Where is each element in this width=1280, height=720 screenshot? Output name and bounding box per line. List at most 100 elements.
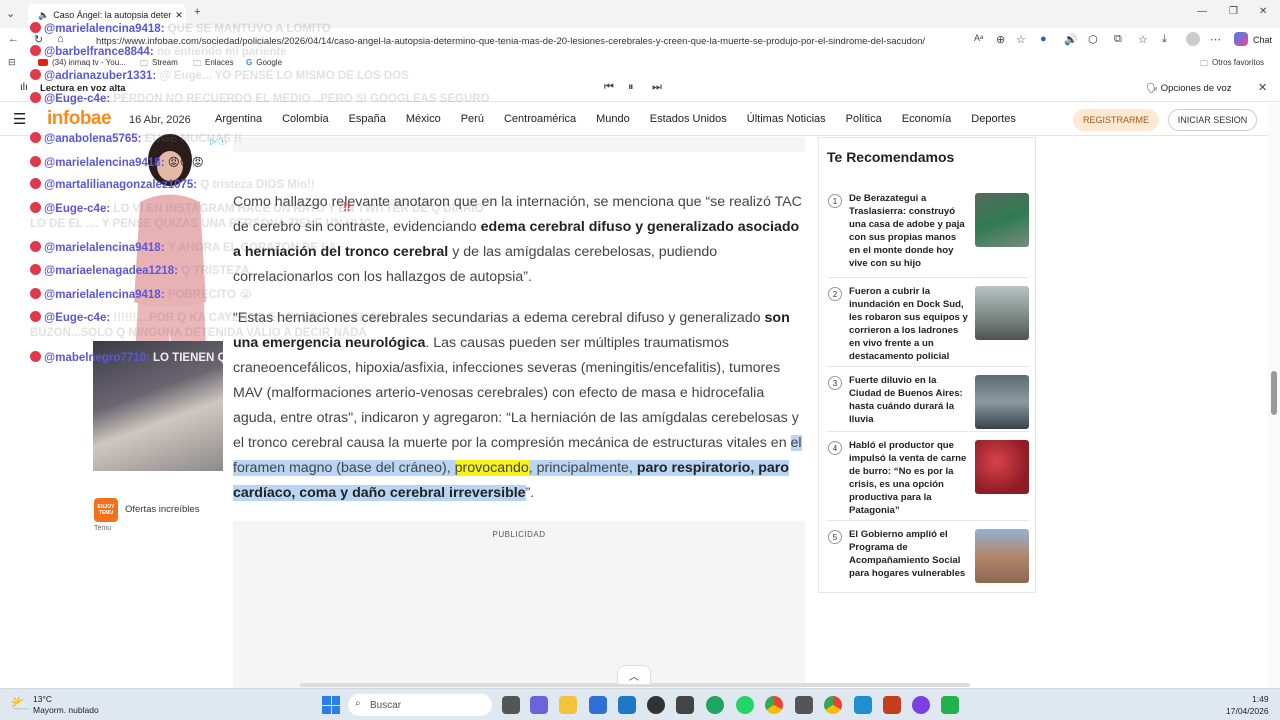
nav-item[interactable]: Últimas Noticias [747,113,826,125]
page-scrollbar[interactable] [1268,103,1280,688]
recommended-panel: Te Recomendamos 1 De Berazategui a Trasl… [818,137,1036,593]
extensions-icon[interactable]: ⬡ [1088,33,1098,46]
item-number: 2 [828,287,842,301]
vpn-icon[interactable]: ● [1040,33,1047,45]
item-thumbnail[interactable] [975,286,1029,340]
more-icon[interactable]: ⋯ [1210,33,1221,46]
favorite-star-icon[interactable]: ☆ [1016,33,1026,46]
next-icon[interactable]: ⏭ [652,81,662,94]
nav-item[interactable]: Colombia [282,113,328,125]
taskbar-search[interactable]: ⌕ Buscar [348,694,492,716]
browser-active-icon[interactable] [854,696,872,714]
item-thumbnail[interactable] [975,375,1029,429]
weather-temp[interactable]: 13°C [33,694,52,704]
app-icon[interactable] [647,696,665,714]
store-icon[interactable] [589,696,607,714]
recommended-item[interactable]: 3 Fuerte diluvio en la Ciudad de Buenos … [827,366,1029,429]
nav-item[interactable]: México [406,113,441,125]
new-tab-icon[interactable]: + [194,6,200,18]
previous-icon[interactable]: ⏮ [604,81,614,94]
nav-item[interactable]: Deportes [971,113,1016,125]
site-logo[interactable]: infobae [47,108,112,130]
chat-label[interactable]: Chat [1253,35,1272,45]
nav-item[interactable]: Estados Unidos [650,113,727,125]
recommended-item[interactable]: 4 Habló el productor que impulsó la vent… [827,431,1029,521]
chat-message: @marielalencina9418: QUE SE MANTUVO A LO… [30,22,331,35]
teams-icon[interactable] [530,696,548,714]
nav-item[interactable]: Argentina [215,113,262,125]
nav-item[interactable]: Economía [902,113,952,125]
whatsapp-icon[interactable] [736,696,754,714]
app-icon[interactable] [941,696,959,714]
menu-icon[interactable]: ☰ [13,110,26,128]
scroll-thumb[interactable] [1271,371,1277,415]
item-number: 1 [828,194,842,208]
clock-time[interactable]: 1:49 [1252,694,1269,704]
item-number: 4 [828,441,842,455]
item-headline[interactable]: De Berazategui a Traslasierra: construyó… [849,192,969,270]
chrome-icon[interactable] [765,696,783,714]
nav-item[interactable]: España [349,113,386,125]
restore-icon[interactable]: ❐ [1229,6,1238,17]
app-icon[interactable] [912,696,930,714]
item-number: 5 [828,530,842,544]
weather-desc[interactable]: Mayorm. nublado [33,705,99,715]
item-headline[interactable]: El Gobierno amplió el Programa de Acompa… [849,528,969,580]
recommended-item[interactable]: 1 De Berazategui a Traslasierra: constru… [827,185,1029,269]
search-icon: ⌕ [355,698,361,709]
minimize-icon[interactable]: — [1197,6,1207,17]
favorite-label: (34) inmaq tv - You... [52,58,126,67]
close-read-aloud-icon[interactable]: ✕ [1258,81,1267,94]
chrome-icon[interactable] [824,696,842,714]
item-headline[interactable]: Habló el productor que impulsó la venta … [849,439,969,517]
pause-icon[interactable]: ⏸ [628,81,634,94]
app-icon[interactable] [795,696,813,714]
voice-options[interactable]: 🗣 Opciones de voz [1146,83,1231,94]
extension-icon[interactable]: ⊕ [996,33,1005,46]
nav-item[interactable]: Política [846,113,882,125]
edge-icon[interactable] [706,696,724,714]
window-close-icon[interactable]: ✕ [1259,6,1267,17]
favorite-label: Google [256,58,283,67]
item-thumbnail[interactable] [975,529,1029,583]
item-thumbnail[interactable] [975,440,1029,494]
recommended-item[interactable]: 5 El Gobierno amplió el Programa de Acom… [827,520,1029,592]
nav-item[interactable]: Mundo [596,113,630,125]
voice-options-label: Opciones de voz [1160,83,1232,94]
register-button[interactable]: REGISTRARME [1073,109,1159,131]
powerpoint-icon[interactable] [883,696,901,714]
taskbar: ⛅ 13°C Mayorm. nublado ⌕ Buscar 1:49 17/… [0,688,1280,720]
favorite-google[interactable]: G Google [246,58,282,67]
sidebar-icon[interactable]: ⊟ [8,57,16,68]
file-explorer-icon[interactable] [559,696,577,714]
clock-date[interactable]: 17/04/2026 [1226,706,1269,716]
tab-list-icon[interactable]: ⌄ [6,7,15,20]
weather-icon[interactable]: ⛅ [10,694,30,714]
mail-icon[interactable] [618,696,636,714]
temu-ad-title[interactable]: Ofertas increíbles [125,504,199,515]
item-number: 3 [828,376,842,390]
favorite-youtube[interactable]: (34) inmaq tv - You... [38,58,126,67]
item-headline[interactable]: Fuerte diluvio en la Ciudad de Buenos Ai… [849,374,969,426]
download-icon[interactable]: ⤓ [1162,33,1167,46]
windows-start-icon[interactable] [322,696,340,714]
nav-item[interactable]: Perú [461,113,484,125]
item-thumbnail[interactable] [975,193,1029,247]
task-view-icon[interactable] [502,696,520,714]
split-icon[interactable]: ⧉ [1114,33,1122,46]
app-icon[interactable] [676,696,694,714]
read-mode-icon[interactable]: Aᵃ [974,33,983,43]
volume-icon[interactable]: 🔊 [1064,33,1078,46]
tab-close-icon[interactable]: ✕ [175,10,183,21]
collections-icon[interactable]: ☆ [1138,33,1148,46]
profile-avatar[interactable] [1186,32,1200,46]
back-icon[interactable]: ← [8,33,19,45]
nav-item[interactable]: Centroamérica [504,113,576,125]
copilot-icon[interactable] [1234,32,1248,46]
other-favorites[interactable]: 🗀 Otros favoritos [1200,58,1264,72]
scroll-up-button[interactable]: ︿ [617,665,651,685]
temu-logo[interactable]: ENJOY TEMU [94,498,118,522]
login-button[interactable]: INICIAR SESION [1168,109,1257,131]
item-headline[interactable]: Fueron a cubrir la inundación en Dock Su… [849,285,969,363]
recommended-item[interactable]: 2 Fueron a cubrir la inundación en Dock … [827,277,1029,367]
